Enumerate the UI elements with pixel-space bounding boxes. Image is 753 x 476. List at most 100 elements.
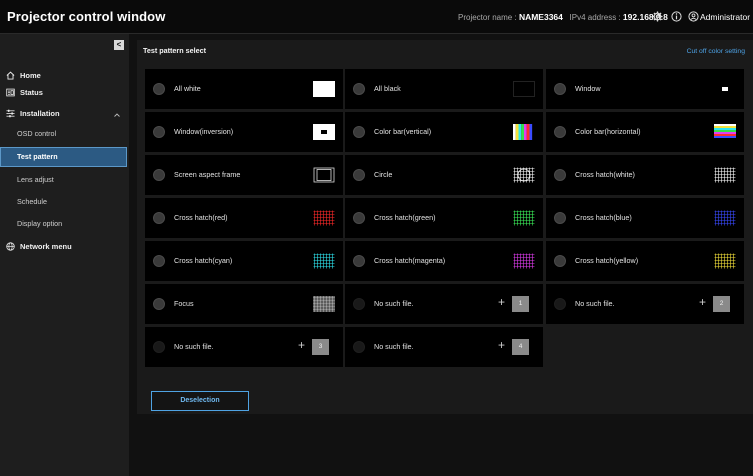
pattern-thumbnail	[313, 81, 335, 97]
projector-name-label: Projector name :	[458, 13, 517, 22]
pattern-tile[interactable]: No such file. +4	[345, 327, 543, 367]
pattern-tile[interactable]: Screen aspect frame	[145, 155, 343, 195]
pattern-radio[interactable]	[153, 298, 165, 310]
pattern-radio[interactable]	[353, 255, 365, 267]
pattern-tile[interactable]: Window(inversion)	[145, 112, 343, 152]
globe-icon	[6, 242, 15, 251]
projector-name: NAME3364	[518, 12, 563, 22]
pattern-tile[interactable]: Cross hatch(cyan)	[145, 241, 343, 281]
status-icon	[6, 88, 15, 97]
pattern-radio[interactable]	[554, 255, 566, 267]
pattern-radio[interactable]	[554, 83, 566, 95]
pattern-tile[interactable]: Color bar(horizontal)	[546, 112, 744, 152]
sidebar-item-lens-adjust[interactable]: Lens adjust	[0, 170, 127, 190]
pattern-tile[interactable]: No such file. +2	[546, 284, 744, 324]
pattern-label: No such file.	[374, 299, 414, 308]
pattern-tile[interactable]: No such file. +1	[345, 284, 543, 324]
pattern-label: Cross hatch(yellow)	[575, 256, 639, 265]
sidebar-item-installation[interactable]: Installation	[6, 109, 60, 118]
file-slot-number: 2	[713, 296, 730, 312]
pattern-label: Window(inversion)	[174, 127, 234, 136]
file-slot-number: 3	[312, 339, 329, 355]
add-file-plus-icon[interactable]: +	[699, 295, 706, 309]
pattern-tile[interactable]: Cross hatch(white)	[546, 155, 744, 195]
pattern-tile[interactable]: Cross hatch(green)	[345, 198, 543, 238]
pattern-radio[interactable]	[153, 212, 165, 224]
sidebar-item-home[interactable]: Home	[6, 71, 41, 80]
sidebar-item-network-menu[interactable]: Network menu	[6, 242, 72, 251]
pattern-thumbnail	[313, 253, 335, 269]
collapse-sidebar-button[interactable]: <	[114, 40, 124, 50]
pattern-radio[interactable]	[554, 212, 566, 224]
main-content: Test pattern select Cut off color settin…	[129, 34, 753, 476]
pattern-tile[interactable]: Cross hatch(red)	[145, 198, 343, 238]
pattern-thumbnail	[714, 253, 736, 269]
sidebar-item-test-pattern[interactable]: Test pattern	[0, 147, 127, 167]
pattern-tile[interactable]: Cross hatch(blue)	[546, 198, 744, 238]
chevron-up-icon[interactable]	[113, 111, 121, 119]
add-file-plus-icon[interactable]: +	[498, 338, 505, 352]
pattern-label: All black	[374, 84, 401, 93]
pattern-thumbnail	[714, 124, 736, 141]
pattern-radio[interactable]	[554, 169, 566, 181]
sidebar-item-label: Home	[20, 71, 41, 80]
cut-off-color-setting-link[interactable]: Cut off color setting	[687, 48, 745, 55]
pattern-thumbnail	[513, 124, 536, 140]
pattern-tile[interactable]: Cross hatch(yellow)	[546, 241, 744, 281]
pattern-radio[interactable]	[353, 83, 365, 95]
pattern-radio[interactable]	[153, 126, 165, 138]
pattern-tile[interactable]: Circle	[345, 155, 543, 195]
pattern-label: Color bar(vertical)	[374, 127, 432, 136]
pattern-radio[interactable]	[353, 169, 365, 181]
sliders-icon	[6, 109, 15, 118]
pattern-tile[interactable]: Color bar(vertical)	[345, 112, 543, 152]
pattern-label: No such file.	[575, 299, 615, 308]
pattern-label: Cross hatch(white)	[575, 170, 635, 179]
sidebar-item-osd-control[interactable]: OSD control	[0, 124, 127, 144]
add-file-plus-icon[interactable]: +	[498, 295, 505, 309]
pattern-thumbnail	[312, 295, 335, 312]
pattern-tile[interactable]: No such file. +3	[145, 327, 343, 367]
pattern-thumbnail	[513, 210, 535, 226]
sidebar-item-status[interactable]: Status	[6, 88, 43, 97]
sidebar-item-label: Network menu	[20, 242, 72, 251]
pattern-thumbnail	[513, 81, 535, 97]
ipv4-label: IPv4 address :	[569, 13, 621, 22]
pattern-label: Cross hatch(magenta)	[374, 256, 446, 265]
user-icon[interactable]	[688, 11, 699, 22]
pattern-thumbnail	[714, 81, 736, 97]
pattern-label: Window	[575, 84, 601, 93]
pattern-radio[interactable]	[353, 212, 365, 224]
pattern-radio[interactable]	[153, 169, 165, 181]
pattern-tile[interactable]: Window	[546, 69, 744, 109]
info-icon[interactable]	[671, 11, 682, 22]
panel-title: Test pattern select	[143, 46, 206, 55]
pattern-tile[interactable]: Focus	[145, 284, 343, 324]
gear-icon[interactable]	[652, 11, 663, 22]
pattern-label: No such file.	[174, 342, 214, 351]
pattern-radio[interactable]	[353, 341, 365, 353]
pattern-thumbnail	[313, 210, 335, 226]
app-title: Projector control window	[7, 9, 166, 24]
user-name[interactable]: Administrator	[700, 12, 750, 22]
pattern-radio[interactable]	[554, 298, 566, 310]
pattern-label: No such file.	[374, 342, 414, 351]
sidebar: < Home Status Installation OSD control T…	[0, 34, 129, 476]
pattern-label: Screen aspect frame	[174, 170, 241, 179]
pattern-tile[interactable]: Cross hatch(magenta)	[345, 241, 543, 281]
pattern-radio[interactable]	[353, 126, 365, 138]
pattern-radio[interactable]	[153, 83, 165, 95]
add-file-plus-icon[interactable]: +	[298, 338, 305, 352]
pattern-radio[interactable]	[153, 255, 165, 267]
pattern-radio[interactable]	[153, 341, 165, 353]
pattern-radio[interactable]	[554, 126, 566, 138]
home-icon	[6, 71, 15, 80]
pattern-tile[interactable]: All black	[345, 69, 543, 109]
sidebar-item-display-option[interactable]: Display option	[0, 214, 127, 234]
sidebar-item-schedule[interactable]: Schedule	[0, 192, 127, 212]
sidebar-item-label: Installation	[20, 109, 60, 118]
test-pattern-panel: Test pattern select Cut off color settin…	[137, 40, 753, 414]
pattern-tile[interactable]: All white	[145, 69, 343, 109]
pattern-radio[interactable]	[353, 298, 365, 310]
deselection-button[interactable]: Deselection	[151, 391, 249, 411]
